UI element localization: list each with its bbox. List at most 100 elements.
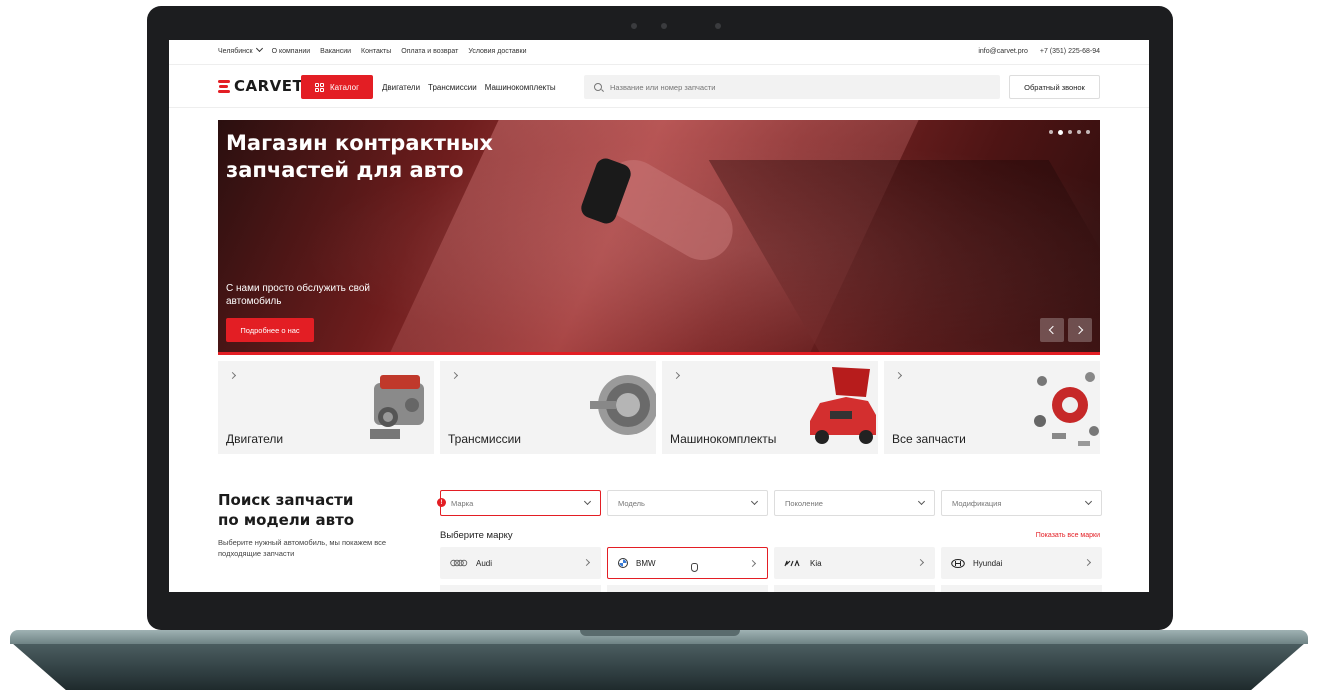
slider-dot-5[interactable] [1086,130,1090,134]
nav-transmissions[interactable]: Трансмиссии [428,83,477,92]
select-placeholder: Модификация [952,498,1002,508]
city-selector[interactable]: Челябинск [218,44,263,55]
select-placeholder: Поколение [785,498,823,508]
brand-item-kia[interactable]: Kia [774,547,935,579]
header: CARVET Каталог Двигатели Трансмиссии Маш… [169,64,1149,108]
category-cards: Двигатели Трансмиссии Машинокомплекты Вс… [218,361,1100,454]
chevron-down-icon [583,497,592,506]
brand-name: Hyundai [973,558,1003,568]
hand-cursor-icon [691,563,698,572]
topbar-link-payment[interactable]: Оплата и возврат [401,48,458,55]
brand-item-placeholder[interactable] [941,585,1102,592]
required-badge: ! [437,498,446,507]
model-selects: ! Марка Модель Поколение Модификация [437,490,1102,516]
hero-accent-line [218,352,1100,355]
city-label: Челябинск [218,48,253,55]
brand-select[interactable]: ! Марка [437,490,601,516]
laptop-base [13,644,1304,690]
chevron-right-icon [1083,558,1092,567]
model-search-description: Выберите нужный автомобиль, мы покажем в… [218,538,387,558]
select-placeholder: Модель [618,498,645,508]
chevron-right-icon [1074,325,1084,335]
category-label: Двигатели [226,432,284,446]
generation-select[interactable]: Поколение [774,490,935,516]
brand-item-bmw[interactable]: BMW [607,547,768,579]
brand-item-placeholder[interactable] [774,585,935,592]
nav-engines[interactable]: Двигатели [382,83,420,92]
laptop-hinge-notch [580,630,740,636]
chevron-right-icon [916,558,925,567]
chevron-down-icon [750,497,759,506]
slider-dot-4[interactable] [1077,130,1081,134]
bmw-roundel-icon [618,558,628,568]
topbar-link-about[interactable]: О компании [272,48,311,55]
phone-link[interactable]: +7 (351) 225-68-94 [1040,48,1100,55]
topbar-link-contacts[interactable]: Контакты [361,48,391,55]
chevron-right-icon [450,371,459,380]
red-car-image [810,367,876,444]
search-bar[interactable] [584,75,1000,99]
chevron-right-icon [748,559,757,568]
brand-item-hyundai[interactable]: Hyundai [941,547,1102,579]
slider-next-button[interactable] [1068,318,1092,342]
laptop-screen: Челябинск О компании Вакансии Контакты О… [169,40,1149,592]
chevron-down-icon [255,44,263,53]
nav-machine-kits[interactable]: Машинокомплекты [485,83,556,92]
search-input[interactable] [610,82,970,92]
brand-item-audi[interactable]: Audi [440,547,601,579]
category-card-all-parts[interactable]: Все запчасти [884,361,1100,454]
header-nav: Двигатели Трансмиссии Машинокомплекты [382,83,556,92]
logo[interactable]: CARVET [218,75,303,97]
camera-dot-icon [631,23,637,29]
model-search-title: Поиск запчасти по модели авто [218,491,355,529]
about-us-button[interactable]: Подробнее о нас [226,318,314,342]
hero-banner: Магазин контрактных запчастей для авто С… [218,120,1100,354]
slider-dots [1049,129,1090,135]
chevron-down-icon [1084,497,1093,506]
engine-image [370,375,424,439]
slider-dot-1[interactable] [1049,130,1053,134]
hero-subtitle: С нами просто обслужить свой автомобиль [226,283,370,307]
category-card-transmissions[interactable]: Трансмиссии [440,361,656,454]
camera-sensor-icon [715,23,721,29]
brand-list: Audi BMW Kia Hyundai [440,547,1102,579]
hero-title: Магазин контрактных запчастей для авто [226,131,493,182]
choose-brand-label: Выберите марку [440,530,513,541]
brand-item-placeholder[interactable] [607,585,768,592]
grid-icon [314,82,324,92]
brand-list-next-row [440,585,1102,592]
category-card-machine-kits[interactable]: Машинокомплекты [662,361,878,454]
topbar-link-delivery[interactable]: Условия доставки [468,48,526,55]
catalog-button[interactable]: Каталог [301,75,373,99]
brand-name: Audi [476,558,493,568]
brand-name: Kia [810,558,822,568]
topbar-link-vacancies[interactable]: Вакансии [320,48,351,55]
category-label: Все запчасти [892,432,966,446]
brand-name: BMW [636,558,656,568]
chevron-right-icon [894,371,903,380]
callback-button[interactable]: Обратный звонок [1009,75,1100,99]
slider-dot-3[interactable] [1068,130,1072,134]
model-select[interactable]: Модель [607,490,768,516]
chevron-right-icon [672,371,681,380]
chevron-right-icon [228,371,237,380]
hyundai-h-icon [951,558,965,568]
category-label: Машинокомплекты [670,432,777,446]
catalog-label: Каталог [329,82,360,92]
category-card-engines[interactable]: Двигатели [218,361,434,454]
brand-item-placeholder[interactable] [440,585,601,592]
slider-arrows [1040,318,1092,342]
transmission-image [590,375,656,435]
select-placeholder: Марка [451,498,474,508]
email-link[interactable]: info@carvet.pro [978,48,1028,55]
parts-image [1034,372,1099,446]
slider-dot-2[interactable] [1058,129,1063,135]
category-label: Трансмиссии [448,432,521,446]
modification-select[interactable]: Модификация [941,490,1102,516]
show-all-brands-link[interactable]: Показать все марки [1036,532,1100,539]
chevron-down-icon [917,497,926,506]
slider-prev-button[interactable] [1040,318,1064,342]
kia-wordmark-icon [784,559,800,566]
chevron-left-icon [1048,325,1058,335]
audi-rings-icon [450,559,468,567]
